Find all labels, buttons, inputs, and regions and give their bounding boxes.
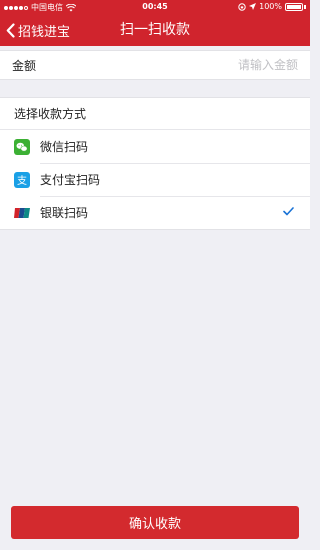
status-right: 100%: [238, 2, 306, 11]
page-title: 扫一扫收款: [120, 22, 190, 38]
payment-method-alipay[interactable]: 支 支付宝扫码: [0, 163, 310, 196]
amount-input[interactable]: [62, 58, 298, 72]
amount-label: 金额: [12, 58, 37, 73]
svg-text:支: 支: [17, 175, 27, 187]
alipay-icon: 支: [14, 171, 30, 188]
confirm-receipt-button[interactable]: 确认收款: [11, 506, 299, 539]
lock-rotation-icon: [238, 2, 246, 11]
navigation-bar: 招钱进宝 扫一扫收款: [0, 14, 310, 46]
status-bar: 中国电信 00:45 100%: [0, 0, 310, 14]
method-label: 微信扫码: [40, 140, 89, 154]
payment-method-wechat[interactable]: 微信扫码: [0, 130, 310, 163]
battery-percent: 100%: [259, 2, 282, 11]
location-arrow-icon: [249, 3, 257, 10]
amount-row: 金额: [0, 50, 310, 80]
checkmark-icon: [283, 207, 294, 216]
payment-method-unionpay[interactable]: 银联扫码: [0, 196, 310, 229]
method-label: 支付宝扫码: [40, 173, 101, 187]
method-label: 银联扫码: [40, 206, 89, 220]
payment-method-header: 选择收款方式: [0, 98, 310, 130]
wechat-icon: [14, 138, 30, 155]
payment-method-section: 选择收款方式 微信扫码 支 支付宝扫码 银联扫码: [0, 97, 310, 230]
battery-icon: [285, 2, 306, 11]
unionpay-icon: [14, 205, 30, 221]
